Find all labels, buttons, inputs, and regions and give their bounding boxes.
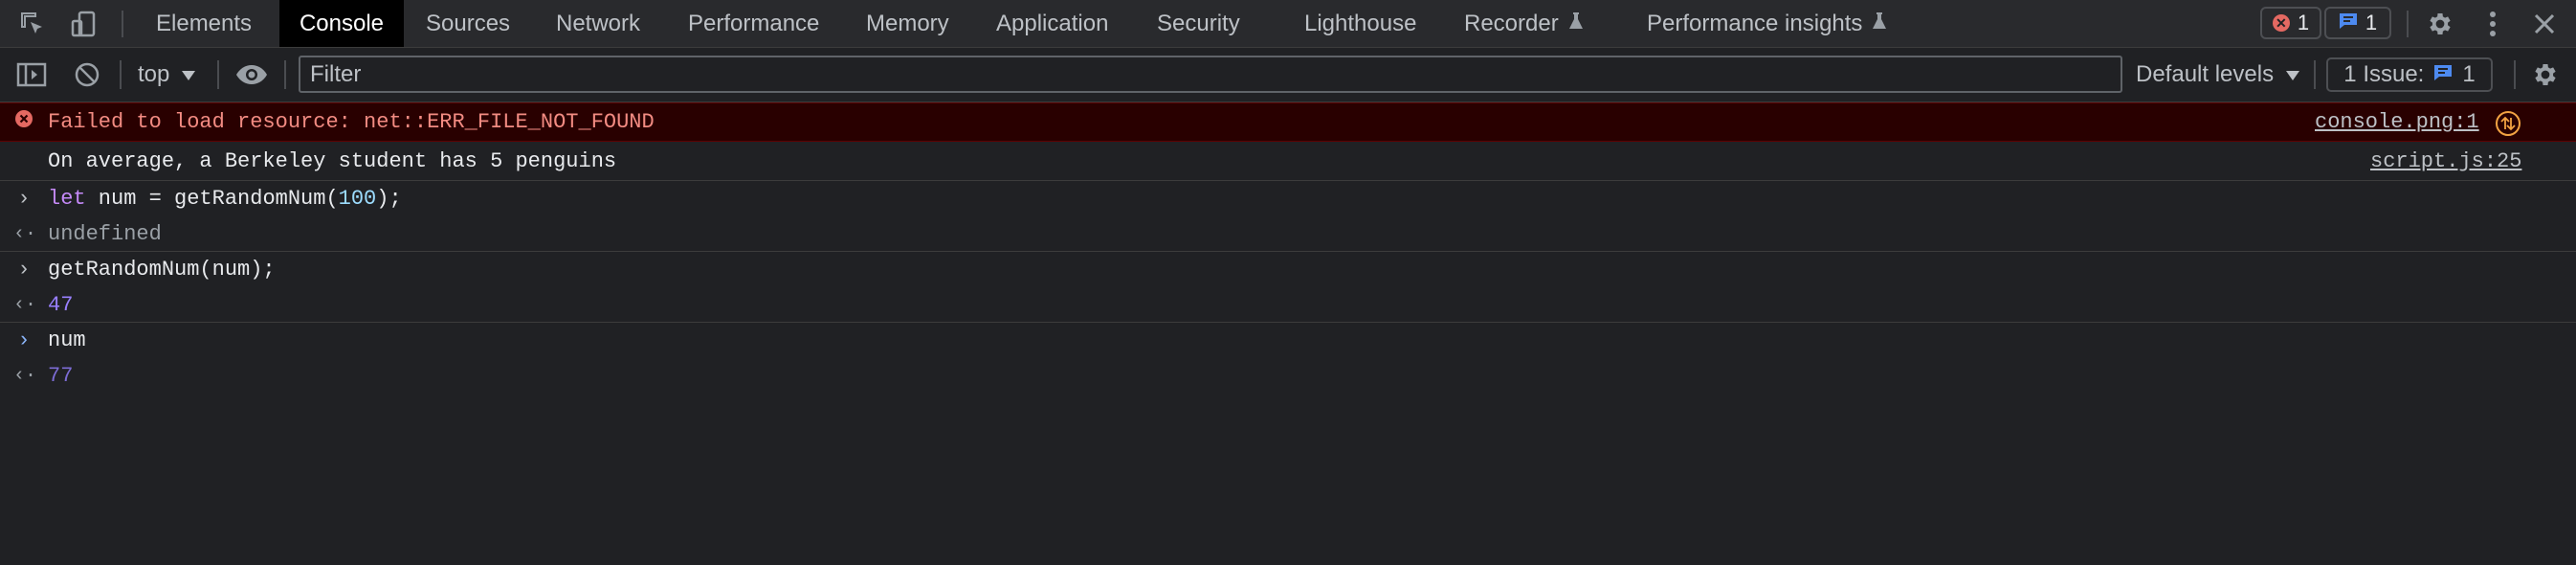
console-messages: Failed to load resource: net::ERR_FILE_N… <box>0 102 2576 394</box>
tab-label: Memory <box>866 10 949 36</box>
tab-performance-insights[interactable]: Performance insights <box>1630 0 1904 47</box>
error-icon: ✕ <box>2272 14 2290 32</box>
tab-label: Elements <box>156 10 253 36</box>
devtools-tab-bar: Elements Console Sources Network Perform… <box>0 0 2576 48</box>
error-message-row: Failed to load resource: net::ERR_FILE_N… <box>0 102 2576 142</box>
console-output-row: ‹· undefined <box>0 216 2576 252</box>
message-count-badge[interactable]: 1 <box>2324 7 2391 39</box>
message-icon <box>2339 11 2358 35</box>
divider <box>2514 60 2516 89</box>
result-text: 77 <box>48 364 74 388</box>
console-input-row: › getRandomNum(num); <box>0 252 2576 287</box>
error-message-text: Failed to load resource: net::ERR_FILE_N… <box>48 110 655 134</box>
tab-label: Lighthouse <box>1304 10 1417 36</box>
divider <box>217 60 219 89</box>
context-selector[interactable]: top <box>138 48 196 102</box>
result-text: 47 <box>48 292 74 317</box>
tab-network[interactable]: Network <box>539 0 657 47</box>
close-icon[interactable] <box>2530 0 2559 48</box>
tab-label: Security <box>1157 10 1240 36</box>
context-label: top <box>138 61 170 87</box>
divider <box>2407 11 2409 37</box>
chevron-right-icon: › <box>17 328 31 352</box>
message-icon <box>2433 61 2453 88</box>
tab-console[interactable]: Console <box>279 0 404 47</box>
chevron-right-icon: › <box>17 187 31 211</box>
keyword-token: let <box>48 187 86 211</box>
clear-console-icon[interactable] <box>71 48 103 102</box>
tab-label: Application <box>996 10 1109 36</box>
error-count: 1 <box>2297 11 2310 34</box>
tab-memory[interactable]: Memory <box>849 0 966 47</box>
issues-count: 1 <box>2462 61 2476 87</box>
tab-security[interactable]: Security <box>1140 0 1257 47</box>
command-text: let num = getRandomNum(100); <box>48 187 402 211</box>
devtools-panel: Elements Console Sources Network Perform… <box>0 0 2576 565</box>
message-count: 1 <box>2365 11 2378 34</box>
tab-sources[interactable]: Sources <box>409 0 527 47</box>
divider <box>284 60 286 89</box>
console-output-row: ‹· 47 <box>0 287 2576 323</box>
divider <box>120 60 122 89</box>
divider <box>2314 60 2316 89</box>
tab-label: Console <box>299 10 385 36</box>
log-message-row: On average, a Berkeley student has 5 pen… <box>0 142 2576 181</box>
result-text: undefined <box>48 221 162 246</box>
device-toolbar-icon[interactable] <box>69 0 100 48</box>
chevron-down-icon <box>181 61 196 88</box>
number-token: 100 <box>338 187 377 211</box>
gear-icon[interactable] <box>2425 0 2455 48</box>
chevron-down-icon <box>2285 61 2300 88</box>
tab-performance[interactable]: Performance <box>671 0 836 47</box>
return-arrow-icon: ‹· <box>13 293 37 316</box>
tab-label: Performance insights <box>1647 10 1863 36</box>
return-arrow-icon: ‹· <box>13 222 37 245</box>
code-token: num = getRandomNum( <box>85 187 339 211</box>
error-icon <box>13 109 34 135</box>
issues-button[interactable]: 1 Issue: 1 <box>2326 57 2493 92</box>
log-message-text: On average, a Berkeley student has 5 pen… <box>48 148 617 173</box>
network-request-icon[interactable] <box>2495 110 2521 144</box>
eye-icon[interactable] <box>234 48 269 102</box>
source-link[interactable]: console.png:1 <box>2315 110 2479 134</box>
command-text[interactable]: num <box>48 328 86 352</box>
console-input-row: › num <box>0 323 2576 358</box>
sidebar-toggle-icon[interactable] <box>15 48 48 102</box>
console-toolbar: top Default levels 1 Issue: 1 <box>0 48 2576 102</box>
kebab-menu-icon[interactable] <box>2480 0 2505 48</box>
console-input-row: › let num = getRandomNum(100); <box>0 181 2576 216</box>
tab-lighthouse[interactable]: Lighthouse <box>1287 0 1433 47</box>
source-link[interactable]: script.js:25 <box>2370 149 2521 173</box>
tab-elements[interactable]: Elements <box>139 0 269 47</box>
tab-label: Performance <box>688 10 820 36</box>
issues-label: 1 Issue: <box>2343 61 2425 87</box>
divider <box>122 11 123 37</box>
flask-icon <box>1568 11 1584 37</box>
tab-label: Sources <box>426 10 511 36</box>
tab-recorder[interactable]: Recorder <box>1447 0 1601 47</box>
command-text: getRandomNum(num); <box>48 258 276 282</box>
code-token: ); <box>376 187 402 211</box>
tab-label: Recorder <box>1464 10 1559 36</box>
return-arrow-icon: ‹· <box>13 365 37 387</box>
tab-application[interactable]: Application <box>979 0 1125 47</box>
gear-icon[interactable] <box>2530 48 2561 102</box>
inspect-element-icon[interactable] <box>17 0 48 48</box>
levels-label: Default levels <box>2136 61 2275 87</box>
tab-label: Network <box>556 10 641 36</box>
flask-icon <box>1872 11 1887 37</box>
chevron-right-icon: › <box>17 258 31 282</box>
error-count-badge[interactable]: ✕ 1 <box>2260 7 2321 39</box>
console-output-row: ‹· 77 <box>0 358 2576 394</box>
filter-input[interactable] <box>299 56 2122 93</box>
log-levels-dropdown[interactable]: Default levels <box>2136 48 2300 102</box>
